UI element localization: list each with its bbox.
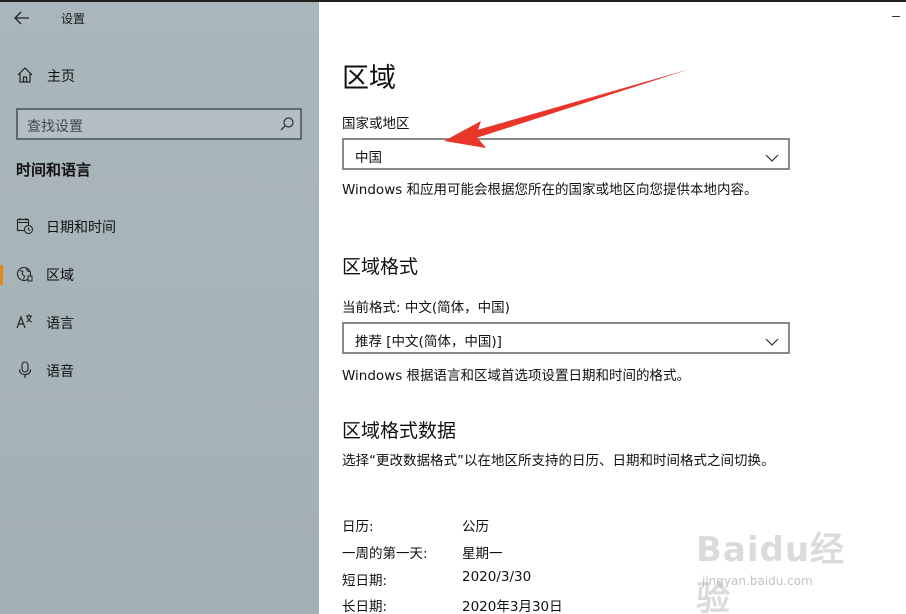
language-icon xyxy=(16,313,34,335)
back-button[interactable] xyxy=(6,4,38,32)
search-input[interactable]: 查找设置 xyxy=(16,108,302,140)
chevron-down-icon xyxy=(765,332,779,351)
sidebar-item-date-time[interactable]: 日期和时间 xyxy=(0,208,319,244)
sidebar-item-label: 日期和时间 xyxy=(46,220,116,236)
sidebar-item-label: 语音 xyxy=(46,364,74,380)
home-icon xyxy=(16,66,34,88)
sidebar-item-speech[interactable]: 语音 xyxy=(0,352,319,388)
country-dropdown[interactable]: 中国 xyxy=(342,138,790,170)
format-value: 推荐 [中文(简体，中国)] xyxy=(355,334,502,350)
selection-indicator xyxy=(0,265,3,285)
search-placeholder: 查找设置 xyxy=(27,119,83,135)
calendar-key: 日历: xyxy=(342,519,374,535)
format-data-heading: 区域格式数据 xyxy=(342,420,457,442)
long-date-key: 长日期: xyxy=(342,599,388,614)
first-day-value: 星期一 xyxy=(462,546,503,562)
short-date-key: 短日期: xyxy=(342,573,388,589)
first-day-key: 一周的第一天: xyxy=(342,546,428,562)
calendar-value: 公历 xyxy=(462,519,489,535)
format-description: Windows 根据语言和区域首选项设置日期和时间的格式。 xyxy=(342,368,691,384)
microphone-icon xyxy=(16,361,34,383)
country-description: Windows 和应用可能会根据您所在的国家或地区向您提供本地内容。 xyxy=(342,182,758,198)
app-title: 设置 xyxy=(61,12,86,26)
chevron-down-icon xyxy=(765,148,779,167)
globe-region-icon xyxy=(16,265,34,287)
back-arrow-icon xyxy=(14,11,29,25)
format-heading: 区域格式 xyxy=(342,256,419,278)
country-label: 国家或地区 xyxy=(342,116,410,132)
minimize-button[interactable] xyxy=(892,16,900,17)
long-date-value: 2020年3月30日 xyxy=(462,599,563,614)
short-date-value: 2020/3/30 xyxy=(462,569,532,585)
search-icon xyxy=(279,116,295,136)
section-title: 时间和语言 xyxy=(16,161,92,179)
sidebar-item-region[interactable]: 区域 xyxy=(0,256,319,292)
format-dropdown[interactable]: 推荐 [中文(简体，中国)] xyxy=(342,322,790,354)
sidebar-item-language[interactable]: 语言 xyxy=(0,304,319,340)
title-bar: 设置 xyxy=(0,2,319,34)
home-label: 主页 xyxy=(47,69,75,85)
sidebar-item-label: 区域 xyxy=(46,268,74,284)
current-format-label: 当前格式: 中文(简体，中国) xyxy=(342,300,510,316)
sidebar: 设置 主页 查找设置 时间和语言 日期和时间 区域 语言 语音 xyxy=(0,2,319,614)
home-nav-item[interactable]: 主页 xyxy=(0,60,319,90)
page-title: 区域 xyxy=(342,63,396,94)
format-data-description: 选择“更改数据格式”以在地区所支持的日历、日期和时间格式之间切换。 xyxy=(342,453,775,469)
calendar-clock-icon xyxy=(16,217,34,239)
main-content: 区域 国家或地区 中国 Windows 和应用可能会根据您所在的国家或地区向您提… xyxy=(319,2,906,614)
sidebar-item-label: 语言 xyxy=(46,316,74,332)
country-value: 中国 xyxy=(355,150,382,166)
